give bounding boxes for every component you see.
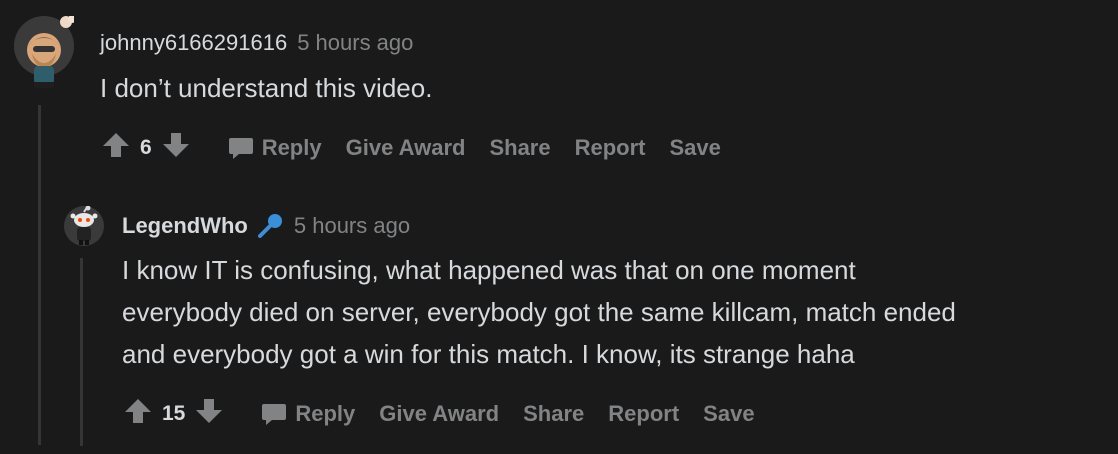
report-button[interactable]: Report [575,135,646,161]
comment-bubble-icon [262,404,287,425]
upvote-button[interactable] [124,397,152,431]
reply-label: Reply [295,401,356,426]
reply-button[interactable]: Reply [228,135,322,161]
save-button[interactable]: Save [703,401,754,427]
reply-label: Reply [261,135,322,160]
upvote-button[interactable] [102,131,130,165]
thread-line-parent[interactable] [38,105,41,445]
downvote-button[interactable] [195,397,223,431]
comment-body-line: I know IT is confusing, what happened wa… [122,255,856,285]
snoo-avatar-icon [64,205,104,246]
snoo-avatar-icon [14,15,76,88]
comment-bubble-icon [228,138,253,159]
downvote-button[interactable] [162,131,190,165]
give-award-button[interactable]: Give Award [379,401,499,427]
comment-timestamp[interactable]: 5 hours ago [297,30,413,56]
save-button[interactable]: Save [670,135,721,161]
user-avatar[interactable] [64,205,104,246]
thread-line-reply[interactable] [80,258,83,446]
report-button[interactable]: Report [608,401,679,427]
comment-body: I know IT is confusing, what happened wa… [122,249,956,375]
comment-body-line: everybody died on server, everybody got … [122,297,956,327]
reply-button[interactable]: Reply [261,401,355,427]
give-award-button[interactable]: Give Award [346,135,466,161]
upvote-icon [103,133,129,157]
comment-timestamp[interactable]: 5 hours ago [294,213,410,239]
share-button[interactable]: Share [489,135,550,161]
upvote-icon [125,399,151,423]
downvote-icon [162,133,189,157]
comment-author[interactable]: LegendWho [122,213,248,239]
comment-body: I don’t understand this video. [100,67,432,109]
user-avatar[interactable] [14,15,76,88]
vote-score: 15 [162,402,186,425]
comment-body-line: I don’t understand this video. [100,73,433,103]
comment-actions: 6 Reply Give Award Share Report Save [102,131,721,165]
comment-actions: 15 Reply Give Award Share Report Save [124,397,755,431]
comment-author[interactable]: johnny6166291616 [100,30,287,56]
vote-score: 6 [140,136,152,159]
share-button[interactable]: Share [523,401,584,427]
microphone-icon [257,214,282,238]
comment-body-line: and everybody got a win for this match. … [122,339,855,369]
downvote-icon [196,399,223,423]
